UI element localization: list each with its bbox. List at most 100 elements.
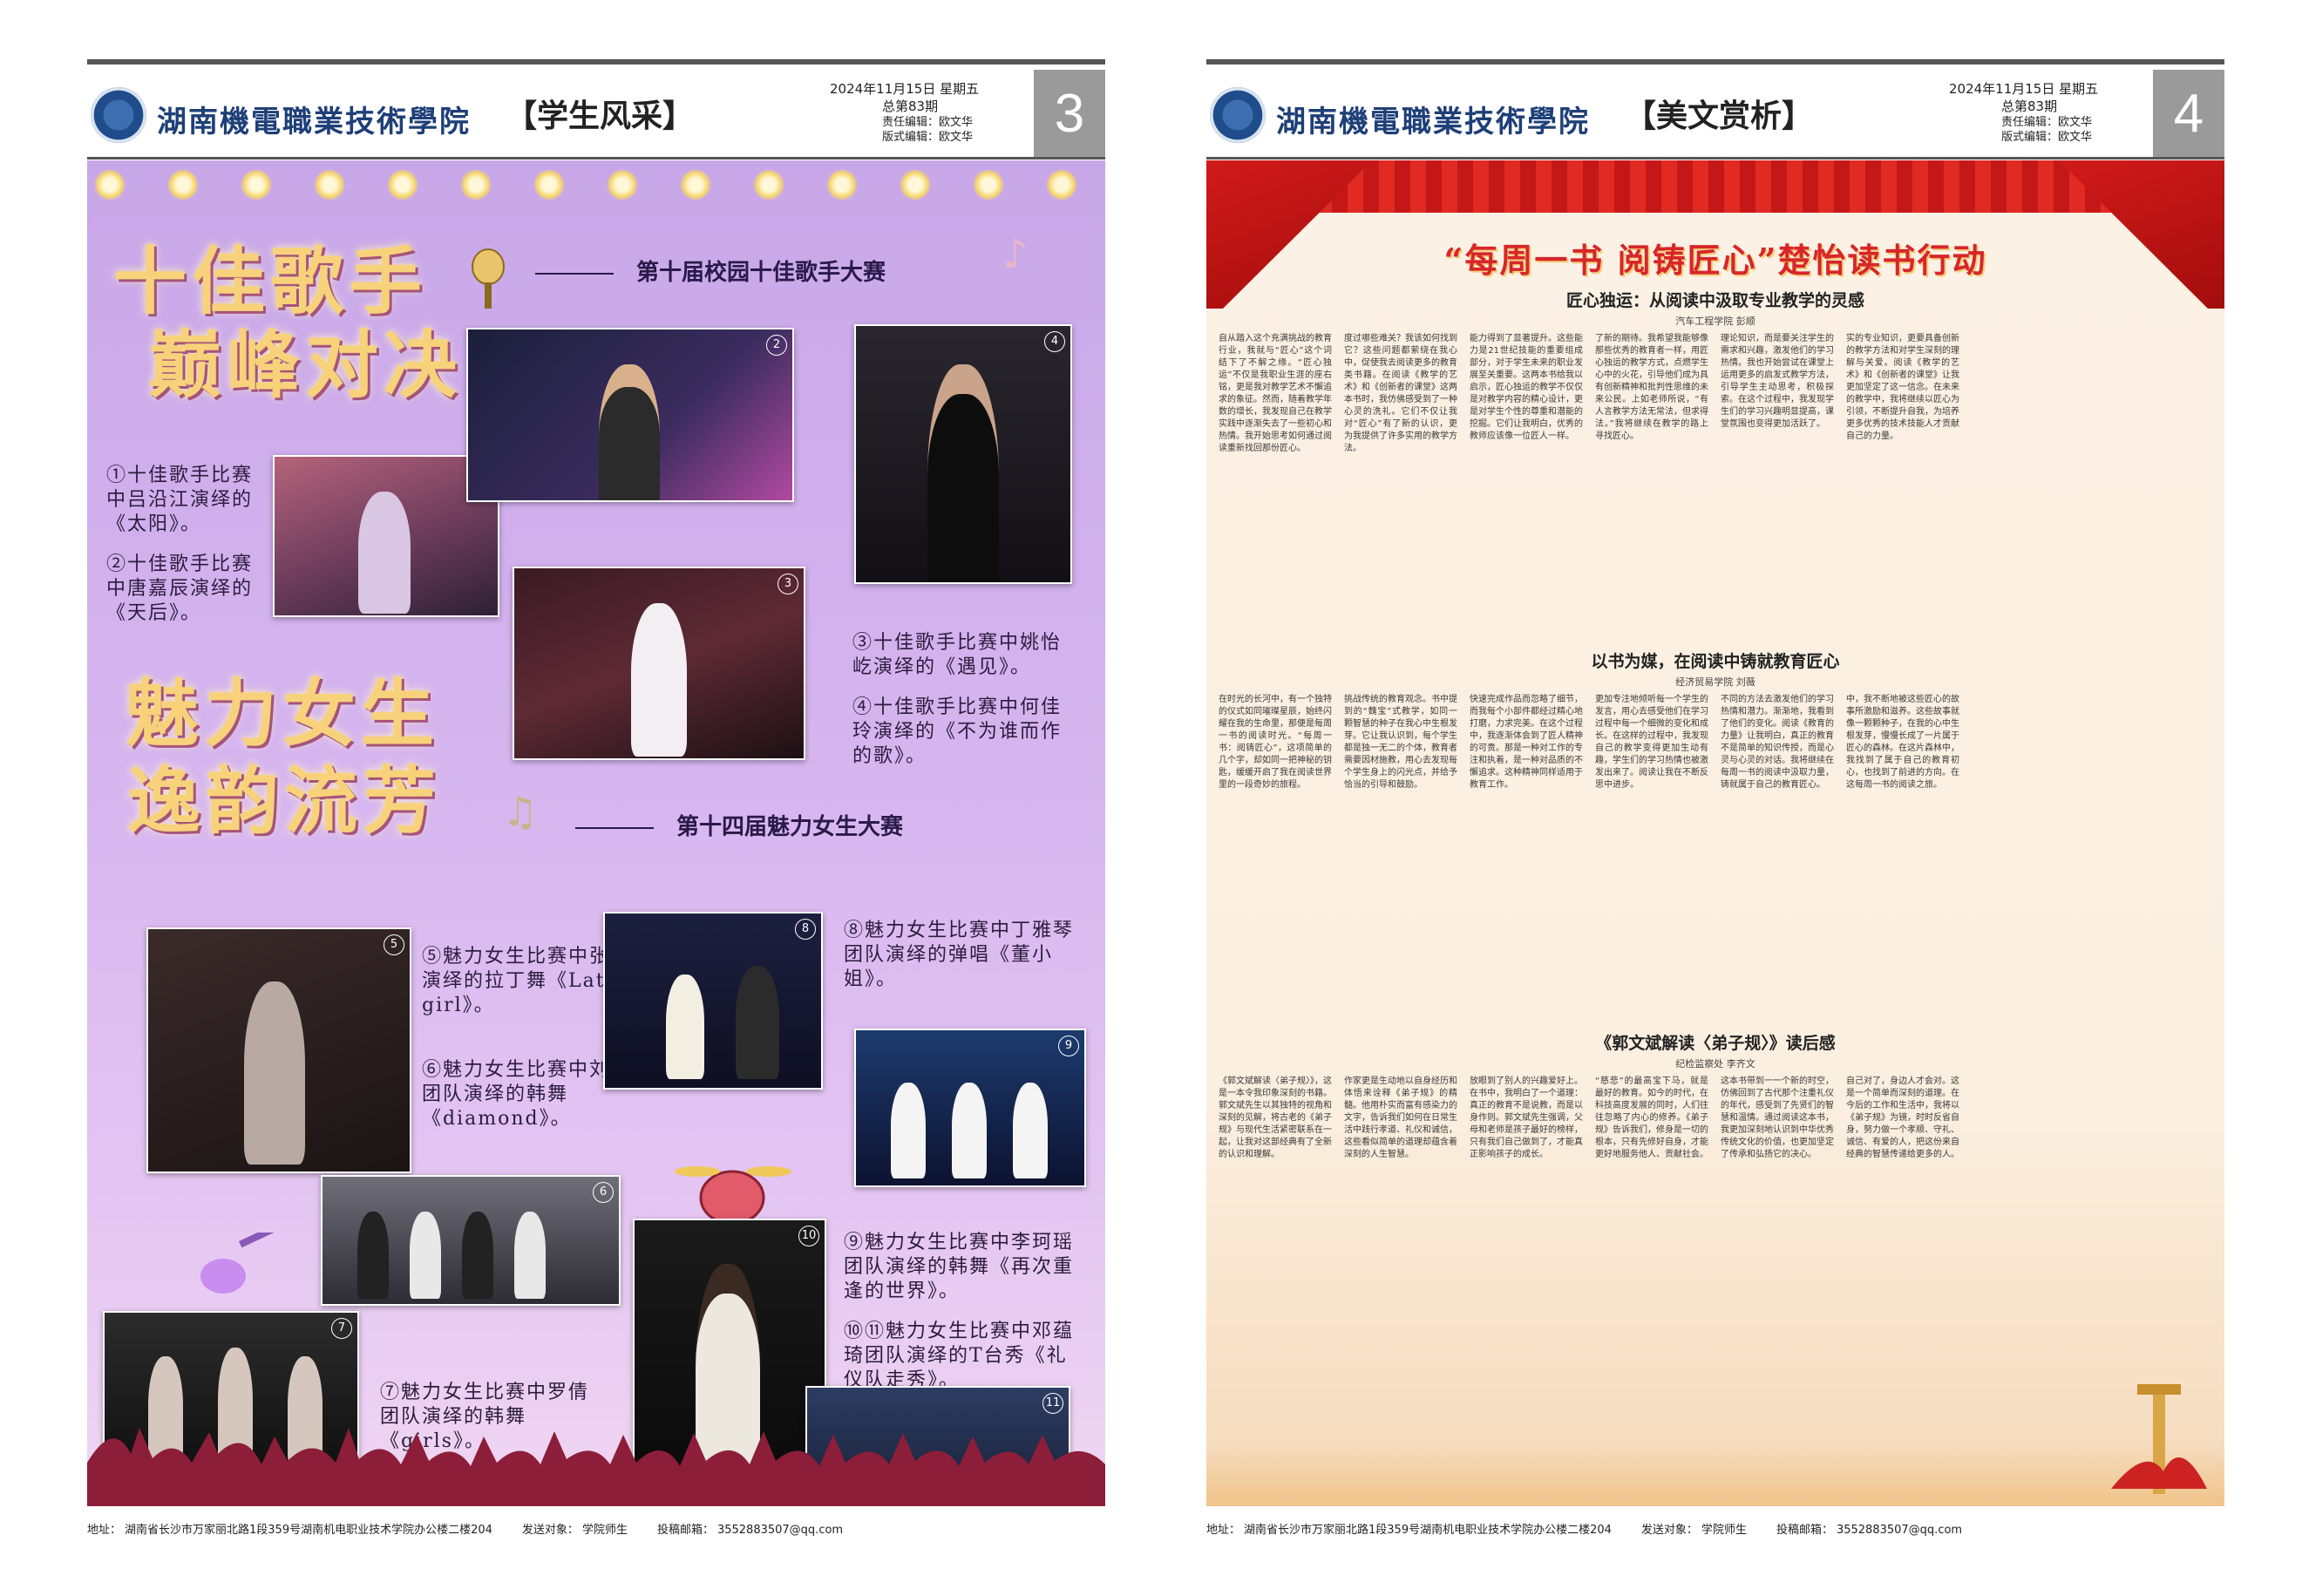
performer-figure [631, 603, 687, 757]
caption-9: ⑨魅力女生比赛中李珂瑶团队演绎的韩舞《再次重逢的世界》。 [844, 1232, 1075, 1302]
stage-light-icon [460, 169, 492, 200]
stage-light-icon [680, 169, 711, 200]
photo-number-7: 7 [331, 1318, 352, 1339]
photo-number-10: 10 [798, 1226, 819, 1246]
photo-number-8: 8 [795, 919, 816, 940]
article-2-col-5: 不同的方法去激发他们的学习热情和潜力。渐渐地，我看到了他们的变化。阅读《教育的力… [1721, 695, 1834, 790]
stage-light-icon [387, 169, 418, 200]
photo-9: 9 [854, 1029, 1086, 1187]
girl-contest-subtitle: 第十四届魅力女生大赛 [575, 809, 903, 841]
article-2-col-6: 中，我不断地被这些匠心的故事所激励和滋养。这些故事就像一颗颗种子，在我的心中生根… [1846, 695, 1959, 790]
article-1-col-6: 实的专业知识，更要具备创新的教学方法和对学生深刻的理解与关爱。阅读《教学的艺术》… [1846, 334, 1959, 441]
article-2-col-1: 在时光的长河中，有一个独特的仪式如同璀璨星辰，始终闪耀在我的生命里，那便是每周一… [1219, 695, 1332, 790]
caption-3: ③十佳歌手比赛中姚怡屹演绎的《遇见》。 [852, 632, 1063, 678]
stage-light-icon [1046, 169, 1077, 200]
stage-light-icon [607, 169, 638, 200]
article-3-col-6: 自己对了，身边人才会对。这是一个简单而深刻的道理。在今后的工作和生活中，我将以《… [1846, 1076, 1959, 1159]
performer-figure [952, 1083, 987, 1178]
header-rule [87, 157, 1105, 160]
stage-light-icon [533, 169, 565, 200]
caption-4: ④十佳歌手比赛中何佳玲演绎的《不为谁而作的歌》。 [852, 696, 1063, 767]
page-footer: 地址： 湖南省长沙市万家丽北路1段359号湖南机电职业技术学院办公楼二楼204 发送… [1206, 1520, 2224, 1541]
section-title: 【学生风采】 [506, 98, 695, 134]
article-1-col-3: 能力得到了显著提升。这些能力是21世纪技能的重要组成部分，对于学生未来的职业发展… [1470, 334, 1583, 441]
stage-light-icon [826, 169, 858, 200]
editor: 责任编辑：欧文华 [882, 116, 974, 129]
address-label: 地址： [87, 1524, 122, 1537]
performer-figure [410, 1212, 441, 1299]
guitar-icon [200, 1233, 279, 1294]
photo-8: 8 [603, 912, 823, 1090]
article-1-body: 自从踏入这个充满挑战的教育行业，我就与“匠心”这个词结下了不解之缘。“匠心独运”… [1219, 333, 1959, 647]
article-2-body: 在时光的长河中，有一个独特的仪式如同璀璨星辰，始终闪耀在我的生命里，那便是每周一… [1219, 694, 1959, 1016]
stage-light-icon [753, 169, 784, 200]
caption-1: ①十佳歌手比赛中吕沿江演绎的《太阳》。 [106, 465, 254, 535]
stage-light-icon [241, 169, 272, 200]
photo-number-4: 4 [1044, 331, 1065, 352]
article-1-col-4: 了新的期待。我希望我能够像那些优秀的教育者一样，用匠心独运的教学方式，点燃学生心… [1595, 334, 1708, 441]
article-3-byline: 纪检监察处 李齐文 [1675, 1058, 1755, 1070]
target-label: 发送对象： [521, 1524, 579, 1537]
issue-number: 总第83期 [2001, 98, 2058, 114]
article-3-col-2: 作家更是生动地以自身经历和体悟来诠释《弟子规》的精髓。他用朴实而富有感染力的文字… [1344, 1076, 1457, 1159]
page-number: 3 [1034, 70, 1105, 159]
essay-appreciation-panel: “每周一书 阅铸匠心”楚怡读书行动 匠心独运：从阅读中汲取专业教学的灵感 汽车工… [1206, 160, 2224, 1506]
caption-8: ⑧魅力女生比赛中丁雅琴团队演绎的弹唱《董小姐》。 [844, 920, 1075, 990]
address-label: 地址： [1206, 1524, 1241, 1537]
school-name: 湖南機電職業技術學院 [1276, 105, 1590, 139]
music-note-icon: ♪ [1002, 230, 1029, 277]
newspaper-page-3: 湖南機電職業技術學院 【学生风采】 2024年11月15日 星期五 总第83期 … [87, 59, 1105, 1541]
stage-light-icon [314, 169, 345, 200]
article-1-headline: 匠心独运：从阅读中汲取专业教学的灵感 [1565, 291, 1864, 310]
issue-date: 2024年11月15日 星期五 [830, 81, 980, 97]
photo-1: 1 [273, 455, 499, 617]
photo-2: 2 [466, 328, 794, 502]
address: 湖南省长沙市万家丽北路1段359号湖南机电职业技术学院办公楼二楼204 [125, 1524, 492, 1537]
email-label: 投稿邮箱： [1776, 1524, 1833, 1537]
article-1-byline: 汽车工程学院 彭顺 [1675, 316, 1755, 327]
performer-figure [666, 975, 704, 1079]
submission-email[interactable]: 3552883507@qq.com [1837, 1524, 1962, 1537]
photo-number-9: 9 [1058, 1036, 1079, 1056]
photo-6: 6 [321, 1175, 621, 1306]
school-logo-icon [1210, 87, 1266, 143]
girl-title-line2: 逸韵流芳 [127, 757, 442, 844]
send-target: 学院师生 [581, 1524, 628, 1537]
caption-2: ②十佳歌手比赛中唐嘉辰演绎的《天后》。 [106, 554, 254, 624]
singer-title-line2: 巅峰对决 [148, 322, 463, 408]
caption-10: ⑩⑪魅力女生比赛中邓蕴琦团队演绎的T台秀《礼仪队走秀》。 [844, 1321, 1075, 1391]
performer-figure [599, 364, 660, 500]
performer-figure [891, 1083, 926, 1178]
article-2-byline: 经济贸易学院 刘薇 [1675, 676, 1755, 688]
singer-contest-subtitle: 第十届校园十佳歌手大赛 [535, 255, 886, 287]
article-3-body: 《郭文斌解读〈弟子规〉》，这是一本令我印象深刻的书籍。郭文斌先生以其独特的视角和… [1219, 1076, 1959, 1363]
reading-campaign-title: “每周一书 阅铸匠心”楚怡读书行动 [1443, 241, 1987, 280]
target-label: 发送对象： [1640, 1524, 1698, 1537]
photo-5: 5 [146, 927, 411, 1173]
photo-4: 4 [854, 324, 1072, 584]
ribbon-note-icon: ♫ [502, 788, 539, 835]
page-header: 湖南機電職業技術學院 【美文赏析】 2024年11月15日 星期五 总第83期 … [1206, 65, 2224, 159]
page-number: 4 [2153, 70, 2224, 159]
stage-light-icon [167, 169, 199, 200]
submission-email[interactable]: 3552883507@qq.com [717, 1524, 843, 1537]
layout-editor: 版式编辑：欧文华 [882, 131, 974, 144]
issue-meta: 2024年11月15日 星期五 总第83期 责任编辑：欧文华 版式编辑：欧文华 [1949, 80, 2098, 145]
article-3-col-3: 放眼到了别人的兴趣爱好上。在书中，我明白了一个道理：真正的教育不是说教，而是以身… [1470, 1076, 1583, 1159]
section-title: 【美文赏析】 [1625, 98, 1814, 134]
mountain-landscape-decoration [1206, 1445, 2224, 1506]
stage-light-icon [973, 169, 1004, 200]
article-3-col-1: 《郭文斌解读〈弟子规〉》，这是一本令我印象深刻的书籍。郭文斌先生以其独特的视角和… [1219, 1076, 1332, 1159]
performer-figure [357, 1212, 389, 1299]
school-logo-icon [91, 87, 146, 143]
article-2-headline: 以书为媒，在阅读中铸就教育匠心 [1591, 652, 1840, 671]
photo-3: 3 [513, 567, 805, 760]
photo-number-2: 2 [766, 335, 787, 356]
performer-figure [927, 364, 999, 582]
photo-number-6: 6 [593, 1182, 614, 1203]
issue-date: 2024年11月15日 星期五 [1949, 81, 2099, 97]
layout-editor: 版式编辑：欧文华 [2001, 131, 2093, 144]
article-2-col-4: 更加专注地倾听每一个学生的发言，用心去感受他们在学习过程中每一个细微的变化和成长… [1595, 695, 1708, 790]
article-1-col-5: 理论知识，而是要关注学生的需求和兴趣，激发他们的学习热情。我也开始尝试在课堂上运… [1721, 334, 1834, 429]
address: 湖南省长沙市万家丽北路1段359号湖南机电职业技术学院办公楼二楼204 [1244, 1524, 1612, 1537]
